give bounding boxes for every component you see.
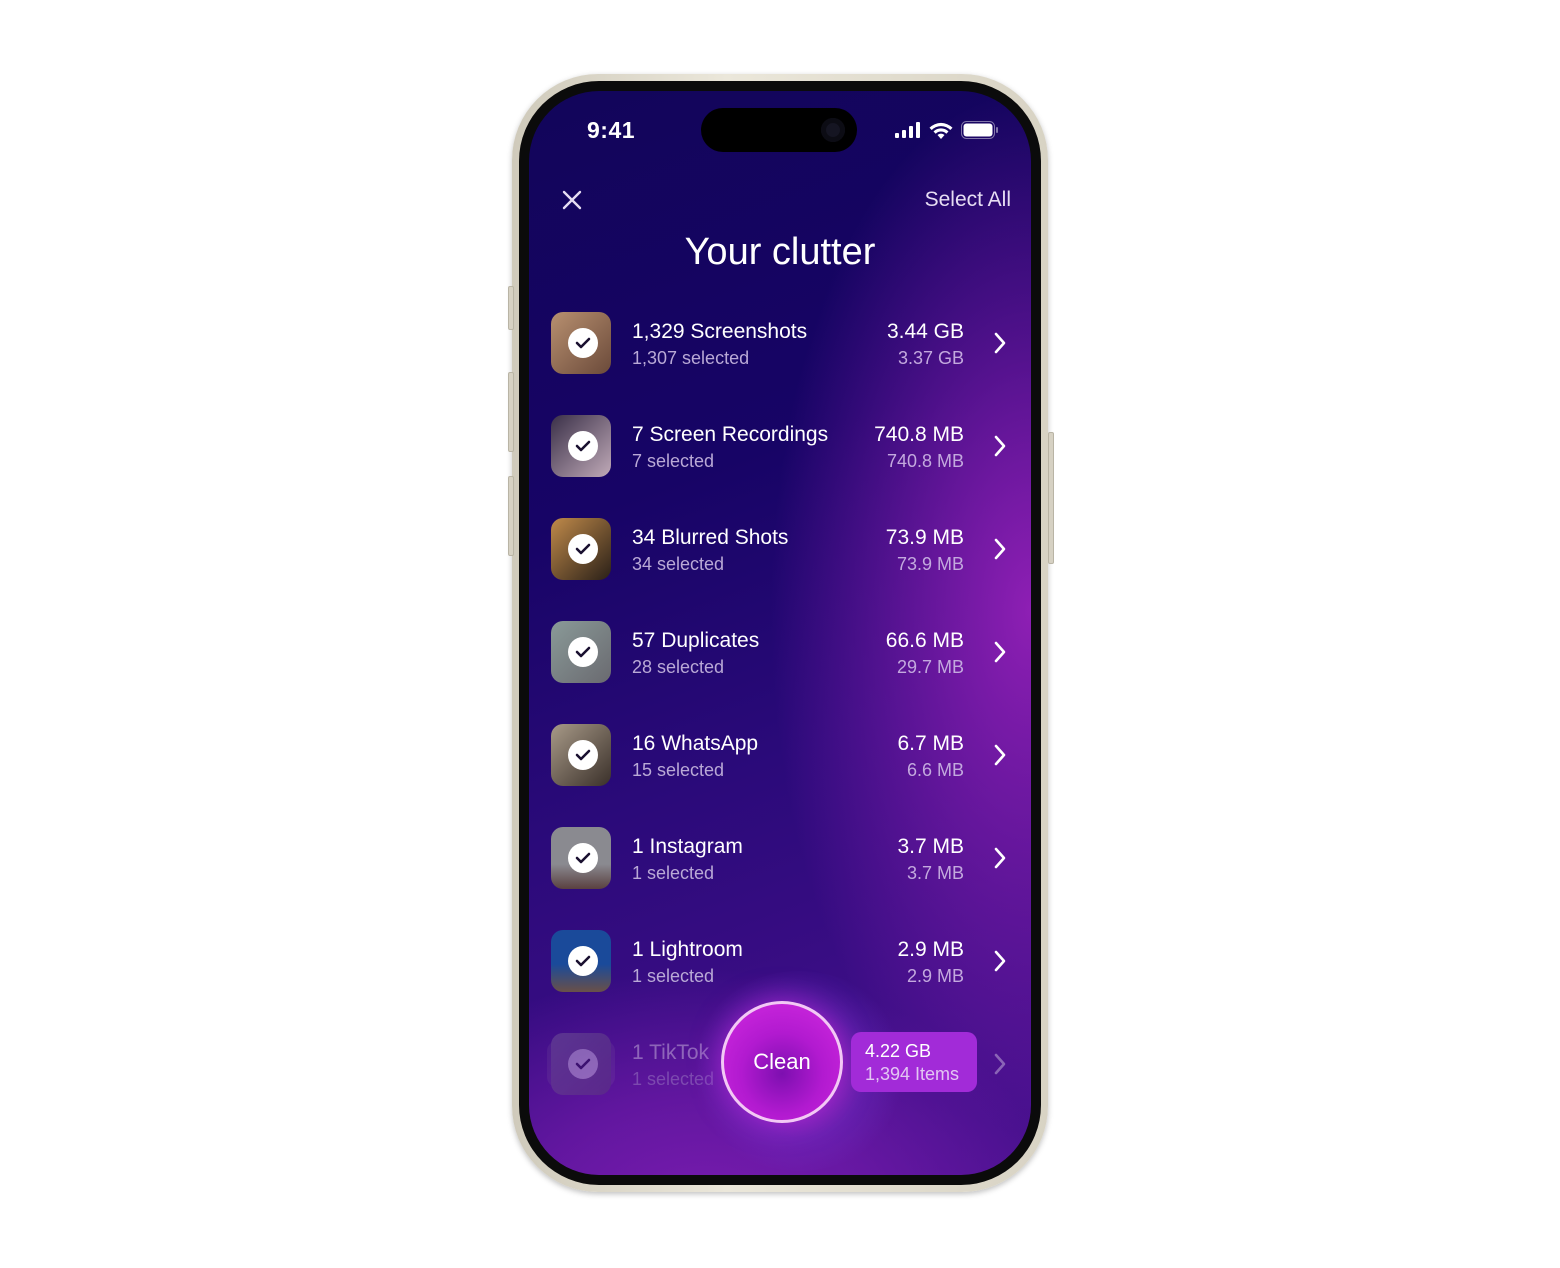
thumbnail <box>547 415 615 477</box>
item-name: 34 Blurred Shots <box>632 526 789 549</box>
check-icon[interactable] <box>568 637 598 667</box>
thumbnail <box>547 827 615 889</box>
item-name: 7 Screen Recordings <box>632 423 829 446</box>
check-icon[interactable] <box>568 328 598 358</box>
thumbnail <box>547 930 615 992</box>
item-selected-count: 34 selected <box>632 554 725 574</box>
summary-size: 4.22 GB <box>865 1041 932 1061</box>
chevron-right-icon <box>994 1053 1006 1075</box>
item-total-size: 740.8 MB <box>874 423 964 446</box>
check-icon[interactable] <box>568 431 598 461</box>
item-total-size: 3.7 MB <box>897 835 964 858</box>
status-icons <box>895 121 999 139</box>
chevron-right-icon <box>994 538 1006 560</box>
summary-items: 1,394 Items <box>865 1064 960 1084</box>
check-icon[interactable] <box>568 740 598 770</box>
wifi-icon <box>929 122 953 139</box>
power-button <box>1048 432 1054 564</box>
list-item-whatsapp[interactable]: 16 WhatsApp 15 selected 6.7 MB 6.6 MB <box>529 724 1031 804</box>
item-selected-size: 3.37 GB <box>897 348 964 368</box>
status-time: 9:41 <box>587 117 636 143</box>
item-total-size: 3.44 GB <box>886 320 964 343</box>
thumbnail <box>547 518 615 580</box>
check-icon[interactable] <box>568 843 598 873</box>
action-button <box>508 286 514 330</box>
item-selected-count: 15 selected <box>632 760 725 780</box>
chevron-right-icon <box>994 435 1006 457</box>
list-item-duplicates[interactable]: 57 Duplicates 28 selected 66.6 MB 29.7 M… <box>529 621 1031 701</box>
item-selected-size: 29.7 MB <box>896 657 964 677</box>
check-icon[interactable] <box>568 1049 598 1079</box>
item-name: 1 Lightroom <box>632 938 743 961</box>
item-selected-count: 28 selected <box>632 657 725 677</box>
check-icon[interactable] <box>568 534 598 564</box>
app-screen: 9:41 Select All Your clutter 1,329 Scree… <box>529 91 1031 1175</box>
chevron-right-icon <box>994 744 1006 766</box>
thumbnail <box>547 621 615 683</box>
chevron-right-icon <box>994 641 1006 663</box>
thumbnail <box>547 724 615 786</box>
page-title: Your clutter <box>684 231 876 273</box>
item-name: 57 Duplicates <box>632 629 760 652</box>
chevron-right-icon <box>994 950 1006 972</box>
list-item-instagram[interactable]: 1 Instagram 1 selected 3.7 MB 3.7 MB <box>529 827 1031 907</box>
volume-up-button <box>508 372 514 452</box>
item-selected-count: 1 selected <box>632 863 715 883</box>
item-total-size: 6.7 MB <box>897 732 964 755</box>
check-icon[interactable] <box>568 946 598 976</box>
item-selected-count: 1,307 selected <box>632 348 750 368</box>
item-name: 1 Instagram <box>632 835 743 858</box>
item-total-size: 2.9 MB <box>897 938 964 961</box>
thumbnail <box>547 1033 615 1095</box>
item-selected-count: 7 selected <box>632 451 715 471</box>
clean-button[interactable]: Clean <box>721 1001 843 1123</box>
chevron-right-icon <box>994 847 1006 869</box>
battery-icon <box>961 121 998 139</box>
signal-icon <box>895 122 920 138</box>
item-name: 1,329 Screenshots <box>632 320 808 343</box>
item-selected-size: 3.7 MB <box>906 863 964 883</box>
item-name: 16 WhatsApp <box>632 732 759 755</box>
list-item-screenshots[interactable]: 1,329 Screenshots 1,307 selected 3.44 GB… <box>529 312 1031 392</box>
item-selected-size: 73.9 MB <box>896 554 964 574</box>
item-selected-size: 6.6 MB <box>906 760 964 780</box>
item-selected-size: 2.9 MB <box>906 966 964 986</box>
close-icon[interactable] <box>559 187 585 213</box>
camera-icon <box>821 118 845 142</box>
item-total-size: 66.6 MB <box>885 629 964 652</box>
dynamic-island <box>701 108 857 152</box>
item-selected-size: 740.8 MB <box>886 451 964 471</box>
item-selected-count: 1 selected <box>632 966 715 986</box>
volume-down-button <box>508 476 514 556</box>
list-item-screen-recordings[interactable]: 7 Screen Recordings 7 selected 740.8 MB … <box>529 415 1031 495</box>
chevron-right-icon <box>994 332 1006 354</box>
item-total-size: 73.9 MB <box>885 526 964 549</box>
list-item-blurred-shots[interactable]: 34 Blurred Shots 34 selected 73.9 MB 73.… <box>529 518 1031 598</box>
select-all-button[interactable]: Select All <box>925 188 1011 212</box>
summary-badge[interactable]: 4.22 GB 1,394 Items <box>851 1032 977 1092</box>
thumbnail <box>547 312 615 374</box>
